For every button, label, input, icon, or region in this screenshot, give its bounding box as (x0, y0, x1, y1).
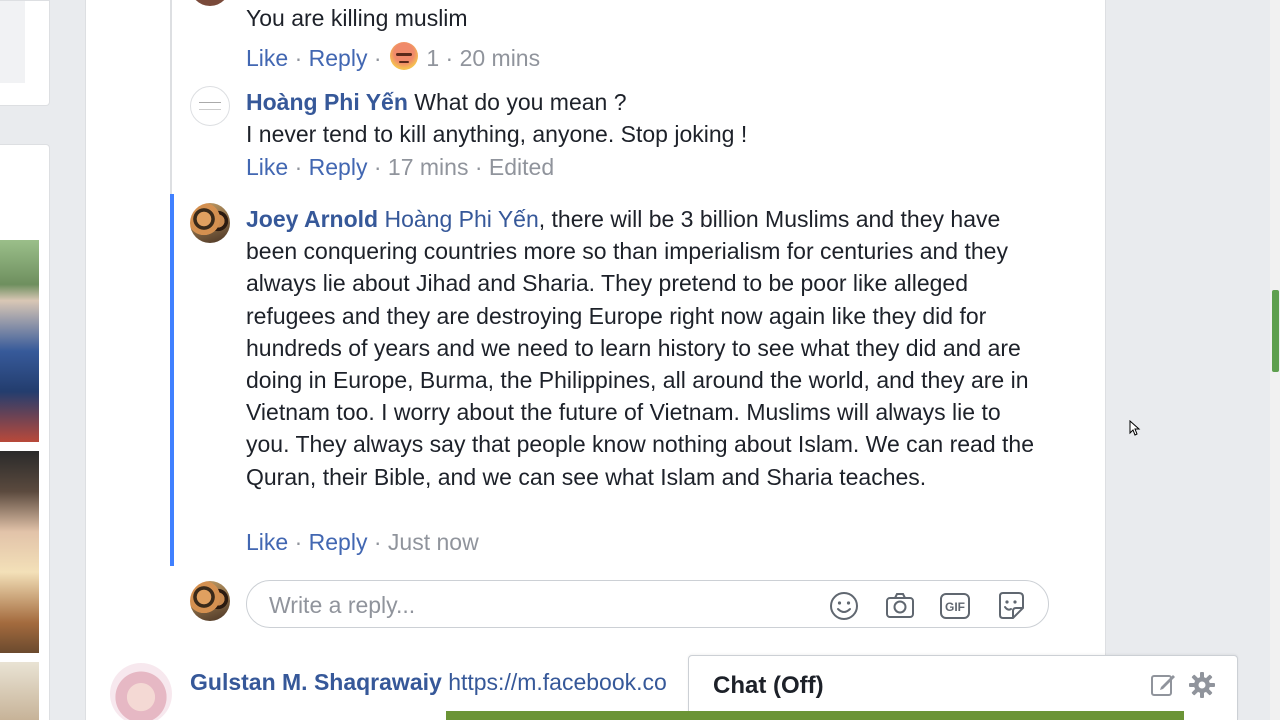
timestamp[interactable]: 17 mins (388, 154, 469, 180)
separator: · (474, 154, 483, 180)
left-card-thumbnail (0, 1, 25, 83)
left-photo-3[interactable] (0, 662, 39, 720)
reply-input[interactable] (269, 590, 809, 620)
comment-author[interactable]: Hoàng Phi Yến (246, 89, 408, 115)
compose-icon[interactable] (1149, 671, 1177, 704)
comment-text: Joey Arnold Hoàng Phi Yến, there will be… (246, 203, 1036, 493)
sticker-icon[interactable] (995, 590, 1027, 622)
separator: · (294, 45, 303, 71)
post-header: Gulstan M. Shaqrawaiy https://m.facebook… (190, 666, 667, 698)
comment-body: , there will be 3 billion Muslims and th… (246, 206, 1035, 490)
post-author[interactable]: Gulstan M. Shaqrawaiy (190, 669, 442, 695)
avatar[interactable] (190, 86, 230, 126)
reply-link[interactable]: Reply (309, 154, 368, 180)
separator: · (373, 45, 382, 71)
scrollbar-thumb[interactable] (1272, 290, 1279, 372)
mouse-cursor-icon (1129, 420, 1141, 436)
avatar[interactable] (190, 203, 230, 243)
separator: · (294, 154, 303, 180)
like-link[interactable]: Like (246, 45, 288, 71)
svg-text:GIF: GIF (945, 600, 965, 614)
comment-actions: Like · Reply · 1 · 20 mins (246, 38, 540, 72)
reply-link[interactable]: Reply (309, 45, 368, 71)
angry-reaction-icon[interactable] (389, 42, 418, 70)
comment-text-line: What do you mean ? (414, 89, 627, 115)
comment-text: You are killing muslim (246, 5, 468, 31)
current-user-avatar (190, 581, 230, 621)
chat-label[interactable]: Chat (Off) (713, 672, 824, 700)
comment-author[interactable]: Joey Arnold (246, 206, 378, 232)
comment-actions: Like · Reply · 17 mins · Edited (246, 154, 554, 181)
like-link[interactable]: Like (246, 154, 288, 180)
reply-composer[interactable]: GIF (246, 580, 1049, 628)
timestamp[interactable]: 20 mins (460, 45, 541, 71)
comment-text-line: I never tend to kill anything, anyone. S… (246, 121, 748, 147)
like-link[interactable]: Like (246, 529, 288, 555)
left-card-top (0, 0, 50, 106)
avatar-image (199, 102, 221, 110)
edited-label[interactable]: Edited (489, 154, 554, 180)
camera-icon[interactable] (884, 590, 916, 622)
timestamp[interactable]: Just now (388, 529, 479, 555)
comment-actions: Like · Reply · Just now (246, 529, 479, 556)
new-comment-highlight (170, 194, 174, 566)
avatar[interactable] (110, 663, 172, 720)
left-photo-2[interactable] (0, 451, 39, 653)
emoji-icon[interactable] (828, 590, 860, 622)
bottom-banner (446, 711, 1184, 720)
separator: · (373, 154, 382, 180)
separator: · (294, 529, 303, 555)
reply-link[interactable]: Reply (309, 529, 368, 555)
comment-text: Hoàng Phi Yến What do you mean ? (246, 86, 627, 118)
separator: · (445, 45, 454, 71)
post-link[interactable]: https://m.facebook.co (448, 669, 667, 695)
gif-icon[interactable]: GIF (939, 590, 971, 622)
gear-icon[interactable] (1187, 670, 1217, 705)
mention-link[interactable]: Hoàng Phi Yến (384, 206, 538, 232)
left-photo-1[interactable] (0, 240, 39, 442)
reaction-count[interactable]: 1 (426, 45, 439, 71)
separator: · (373, 529, 382, 555)
